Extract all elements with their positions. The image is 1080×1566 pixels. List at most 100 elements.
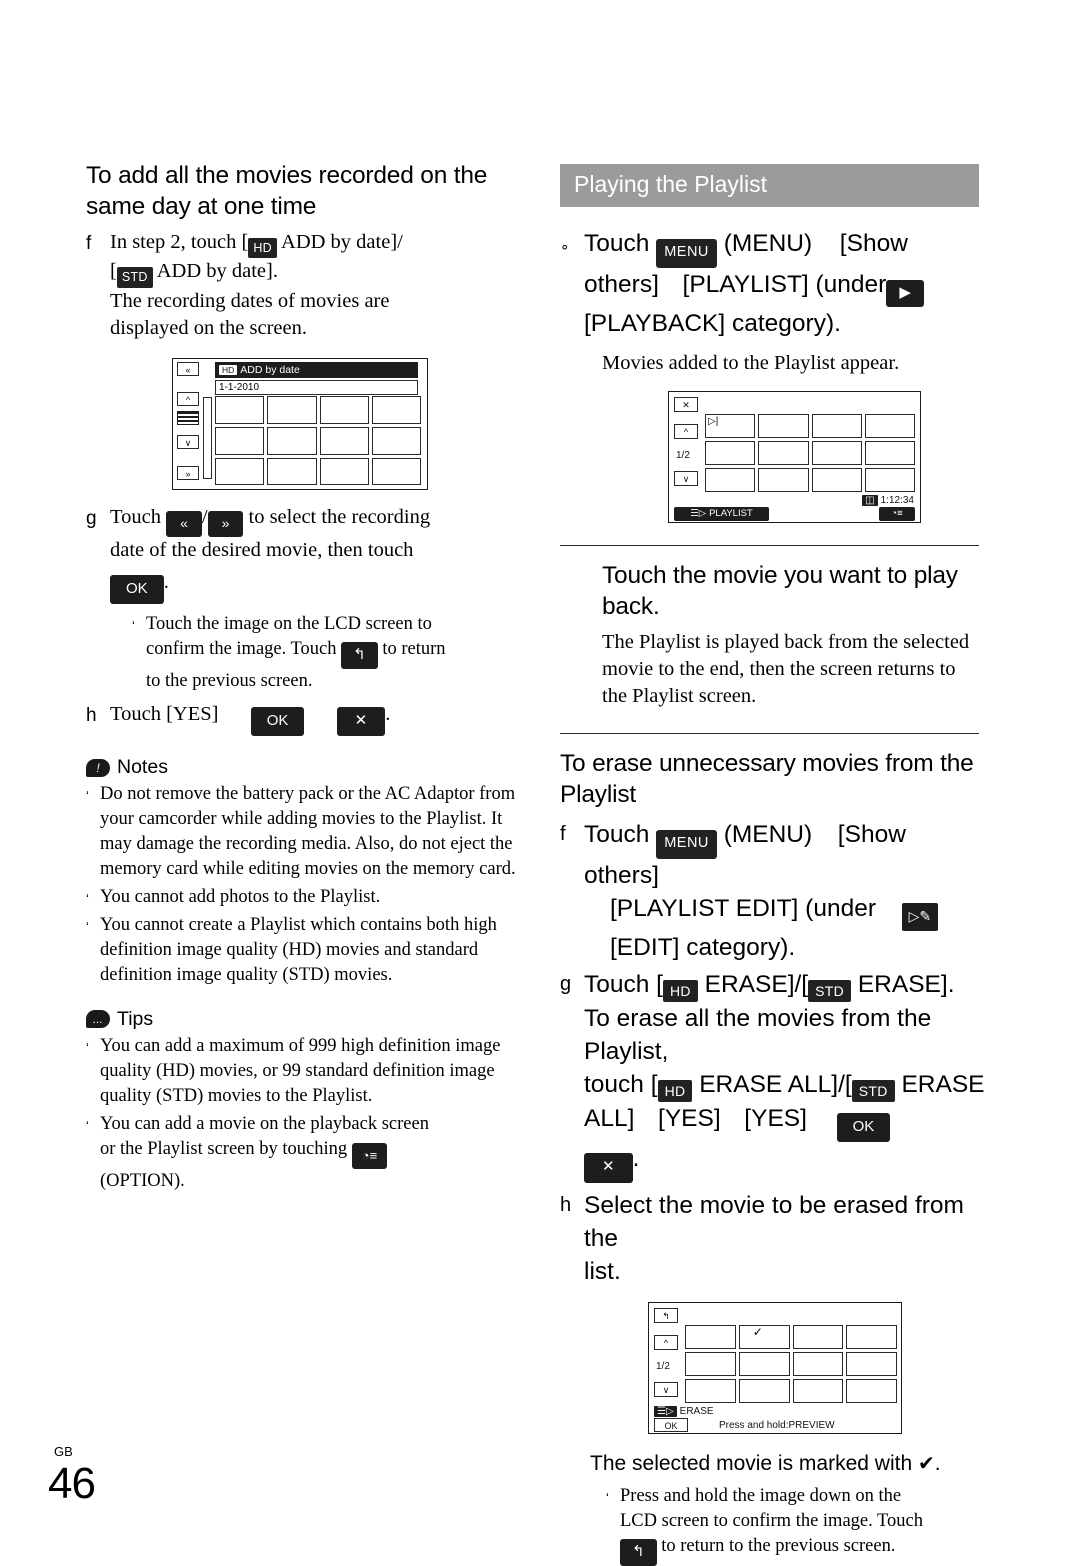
step-g-text-3: date of the desired movie, then touch xyxy=(110,538,414,561)
screen2-scroll-down[interactable]: ∨ xyxy=(674,471,698,487)
step-f-text-6: displayed on the screen. xyxy=(110,316,307,339)
screen3-back-button[interactable]: ↰ xyxy=(654,1307,678,1323)
erase-f-text-4: [PLAYLIST EDIT] (under xyxy=(610,894,876,922)
thumbnail[interactable] xyxy=(267,457,317,486)
thumbnail[interactable] xyxy=(705,468,756,493)
thumbnail[interactable] xyxy=(811,441,862,466)
screen-playlist: ✕ ^ 1/2 ∨ ▷| ◫ 1:12:34 ☰▷ PLAYLIST ◔≡ xyxy=(668,391,921,524)
screen3-page-indicator: 1/2 xyxy=(656,1360,670,1372)
thumbnail[interactable] xyxy=(267,426,317,455)
thumbnail[interactable] xyxy=(215,426,265,455)
step-f-playlist-edit: f Touch MENU (MENU) [Show others] [PLAYL… xyxy=(560,818,985,964)
scroll-up-icon: « xyxy=(166,511,202,537)
thumbnail[interactable] xyxy=(685,1351,736,1376)
erase-g-text-4: To erase all the movies from the Playlis… xyxy=(584,1004,932,1065)
step-f-text-5: The recording dates of movies are xyxy=(110,289,390,312)
thumbnail[interactable] xyxy=(319,426,369,455)
erase-f-text-1: Touch xyxy=(584,821,657,849)
hd-icon: HD xyxy=(248,237,278,259)
step-g-text-1: Touch xyxy=(110,506,167,529)
erase-step-f-body: Touch MENU (MENU) [Show others] [PLAYLIS… xyxy=(584,818,985,964)
thumbnail[interactable] xyxy=(319,396,369,424)
step-g-body: Touch «/» to select the recording date o… xyxy=(110,504,516,694)
edit-icon: ▷✎ xyxy=(901,902,939,931)
thumbnail[interactable] xyxy=(215,457,265,486)
left-column: To add all the movies recorded on the sa… xyxy=(86,160,516,1194)
thumbnail[interactable] xyxy=(758,468,809,493)
thumbnail[interactable] xyxy=(371,396,421,424)
step1-text-3: [Show xyxy=(839,230,908,257)
thumbnail[interactable] xyxy=(738,1351,790,1376)
std-icon: STD xyxy=(851,1080,895,1103)
step2-body: The Playlist is played back from the sel… xyxy=(602,630,970,708)
thumbnail[interactable] xyxy=(685,1324,736,1349)
thumbnail[interactable] xyxy=(319,457,369,486)
step-h-touch-yes: h Touch [YES] OK ✕. xyxy=(86,701,516,737)
screen1-scroll-down[interactable]: ∨ xyxy=(177,435,199,450)
bullet-tick-icon: ‘ xyxy=(86,788,89,804)
thumbnail[interactable] xyxy=(215,396,265,424)
screen3-scroll-up[interactable]: ^ xyxy=(654,1334,678,1350)
thumbnail[interactable] xyxy=(371,457,421,486)
thumbnail[interactable] xyxy=(864,468,915,493)
sub-note-line-2b: to return xyxy=(377,638,446,659)
back-arrow-icon: ↰ xyxy=(620,1538,657,1566)
note-item: ‘ You cannot create a Playlist which con… xyxy=(86,913,516,988)
thumbnail-selected[interactable]: ✓ xyxy=(738,1324,790,1349)
thumbnail[interactable] xyxy=(758,414,809,439)
thumbnail[interactable] xyxy=(811,414,862,439)
screen2-close-button[interactable]: ✕ xyxy=(674,397,698,413)
thumbnail[interactable] xyxy=(792,1378,844,1403)
thumbnail[interactable] xyxy=(846,1324,897,1349)
thumbnail[interactable] xyxy=(738,1378,790,1403)
screen3-erase-label: ☰▷ ERASE xyxy=(654,1405,714,1417)
step-g-select-date: g Touch «/» to select the recording date… xyxy=(86,504,516,694)
thumbnail[interactable] xyxy=(846,1351,897,1376)
screen2-playlist-button[interactable]: ☰▷ PLAYLIST xyxy=(674,507,769,522)
check-icon: ✓ xyxy=(752,1324,763,1339)
thumbnail[interactable] xyxy=(846,1378,897,1403)
thumbnail[interactable] xyxy=(811,468,862,493)
screen-add-by-date: hd-icon HDADD by date 1-1-2010 « ^ ∨ » xyxy=(172,358,428,491)
screen1-titlebar: hd-icon HDADD by date xyxy=(215,362,418,379)
step-f-text-1: In step 2, touch [ xyxy=(110,230,249,253)
thumbnail[interactable] xyxy=(371,426,421,455)
playlist-icon: ☰▷ xyxy=(690,508,707,520)
thumbnail[interactable] xyxy=(758,441,809,466)
thumbnail[interactable] xyxy=(792,1324,844,1349)
tip-text: You can add a maximum of 999 high defini… xyxy=(100,1035,501,1106)
screen3-ok-button[interactable]: OK xyxy=(654,1417,688,1432)
tip-option-line-3: (OPTION). xyxy=(100,1171,185,1192)
thumbnail-current[interactable]: ▷| xyxy=(705,414,756,439)
screen3-caption-text: The selected movie is marked with xyxy=(590,1451,918,1475)
thumbnail[interactable] xyxy=(267,396,317,424)
screen2-scroll-up[interactable]: ^ xyxy=(674,424,698,440)
ok-icon: OK xyxy=(836,1113,891,1143)
step1-text-2: (MENU) xyxy=(723,230,813,257)
option-icon: ◔≡ xyxy=(891,508,903,520)
notes-header: ! Notes xyxy=(86,756,516,779)
step-f-body: In step 2, touch [HD ADD by date]/ [STD … xyxy=(110,229,516,343)
section-band-playing-playlist: Playing the Playlist xyxy=(560,164,979,207)
document-page: To add all the movies recorded on the sa… xyxy=(0,0,1080,1566)
screen1-scroll-up[interactable]: ^ xyxy=(177,392,199,407)
screen2-option-button[interactable]: ◔≡ xyxy=(879,507,915,522)
thumbnail[interactable] xyxy=(792,1351,844,1376)
tips-header: ... Tips xyxy=(86,1008,516,1031)
screen1-scroll-down-fast[interactable]: » xyxy=(177,466,199,481)
note-text: Do not remove the battery pack or the AC… xyxy=(100,784,516,880)
screen3-thumbnail-grid: ✓ xyxy=(685,1324,897,1403)
menu-icon: MENU xyxy=(656,830,717,859)
tip-item: ‘ You can add a maximum of 999 high defi… xyxy=(86,1034,516,1109)
thumbnail[interactable] xyxy=(864,414,915,439)
erase-g-text-9: [YES] xyxy=(658,1105,721,1133)
thumbnail[interactable] xyxy=(685,1378,736,1403)
erase-step-h-body: Select the movie to be erased from the l… xyxy=(584,1189,985,1288)
sub-note-line-2: confirm the image. Touch xyxy=(146,638,342,659)
screen3-scroll-down[interactable]: ∨ xyxy=(654,1381,678,1397)
thumbnail[interactable] xyxy=(864,441,915,466)
screen1-scroll-up-fast[interactable]: « xyxy=(177,362,199,377)
erase-f-text-2: (MENU) xyxy=(723,821,813,849)
step-g-sep: / xyxy=(201,506,208,529)
thumbnail[interactable] xyxy=(705,441,756,466)
